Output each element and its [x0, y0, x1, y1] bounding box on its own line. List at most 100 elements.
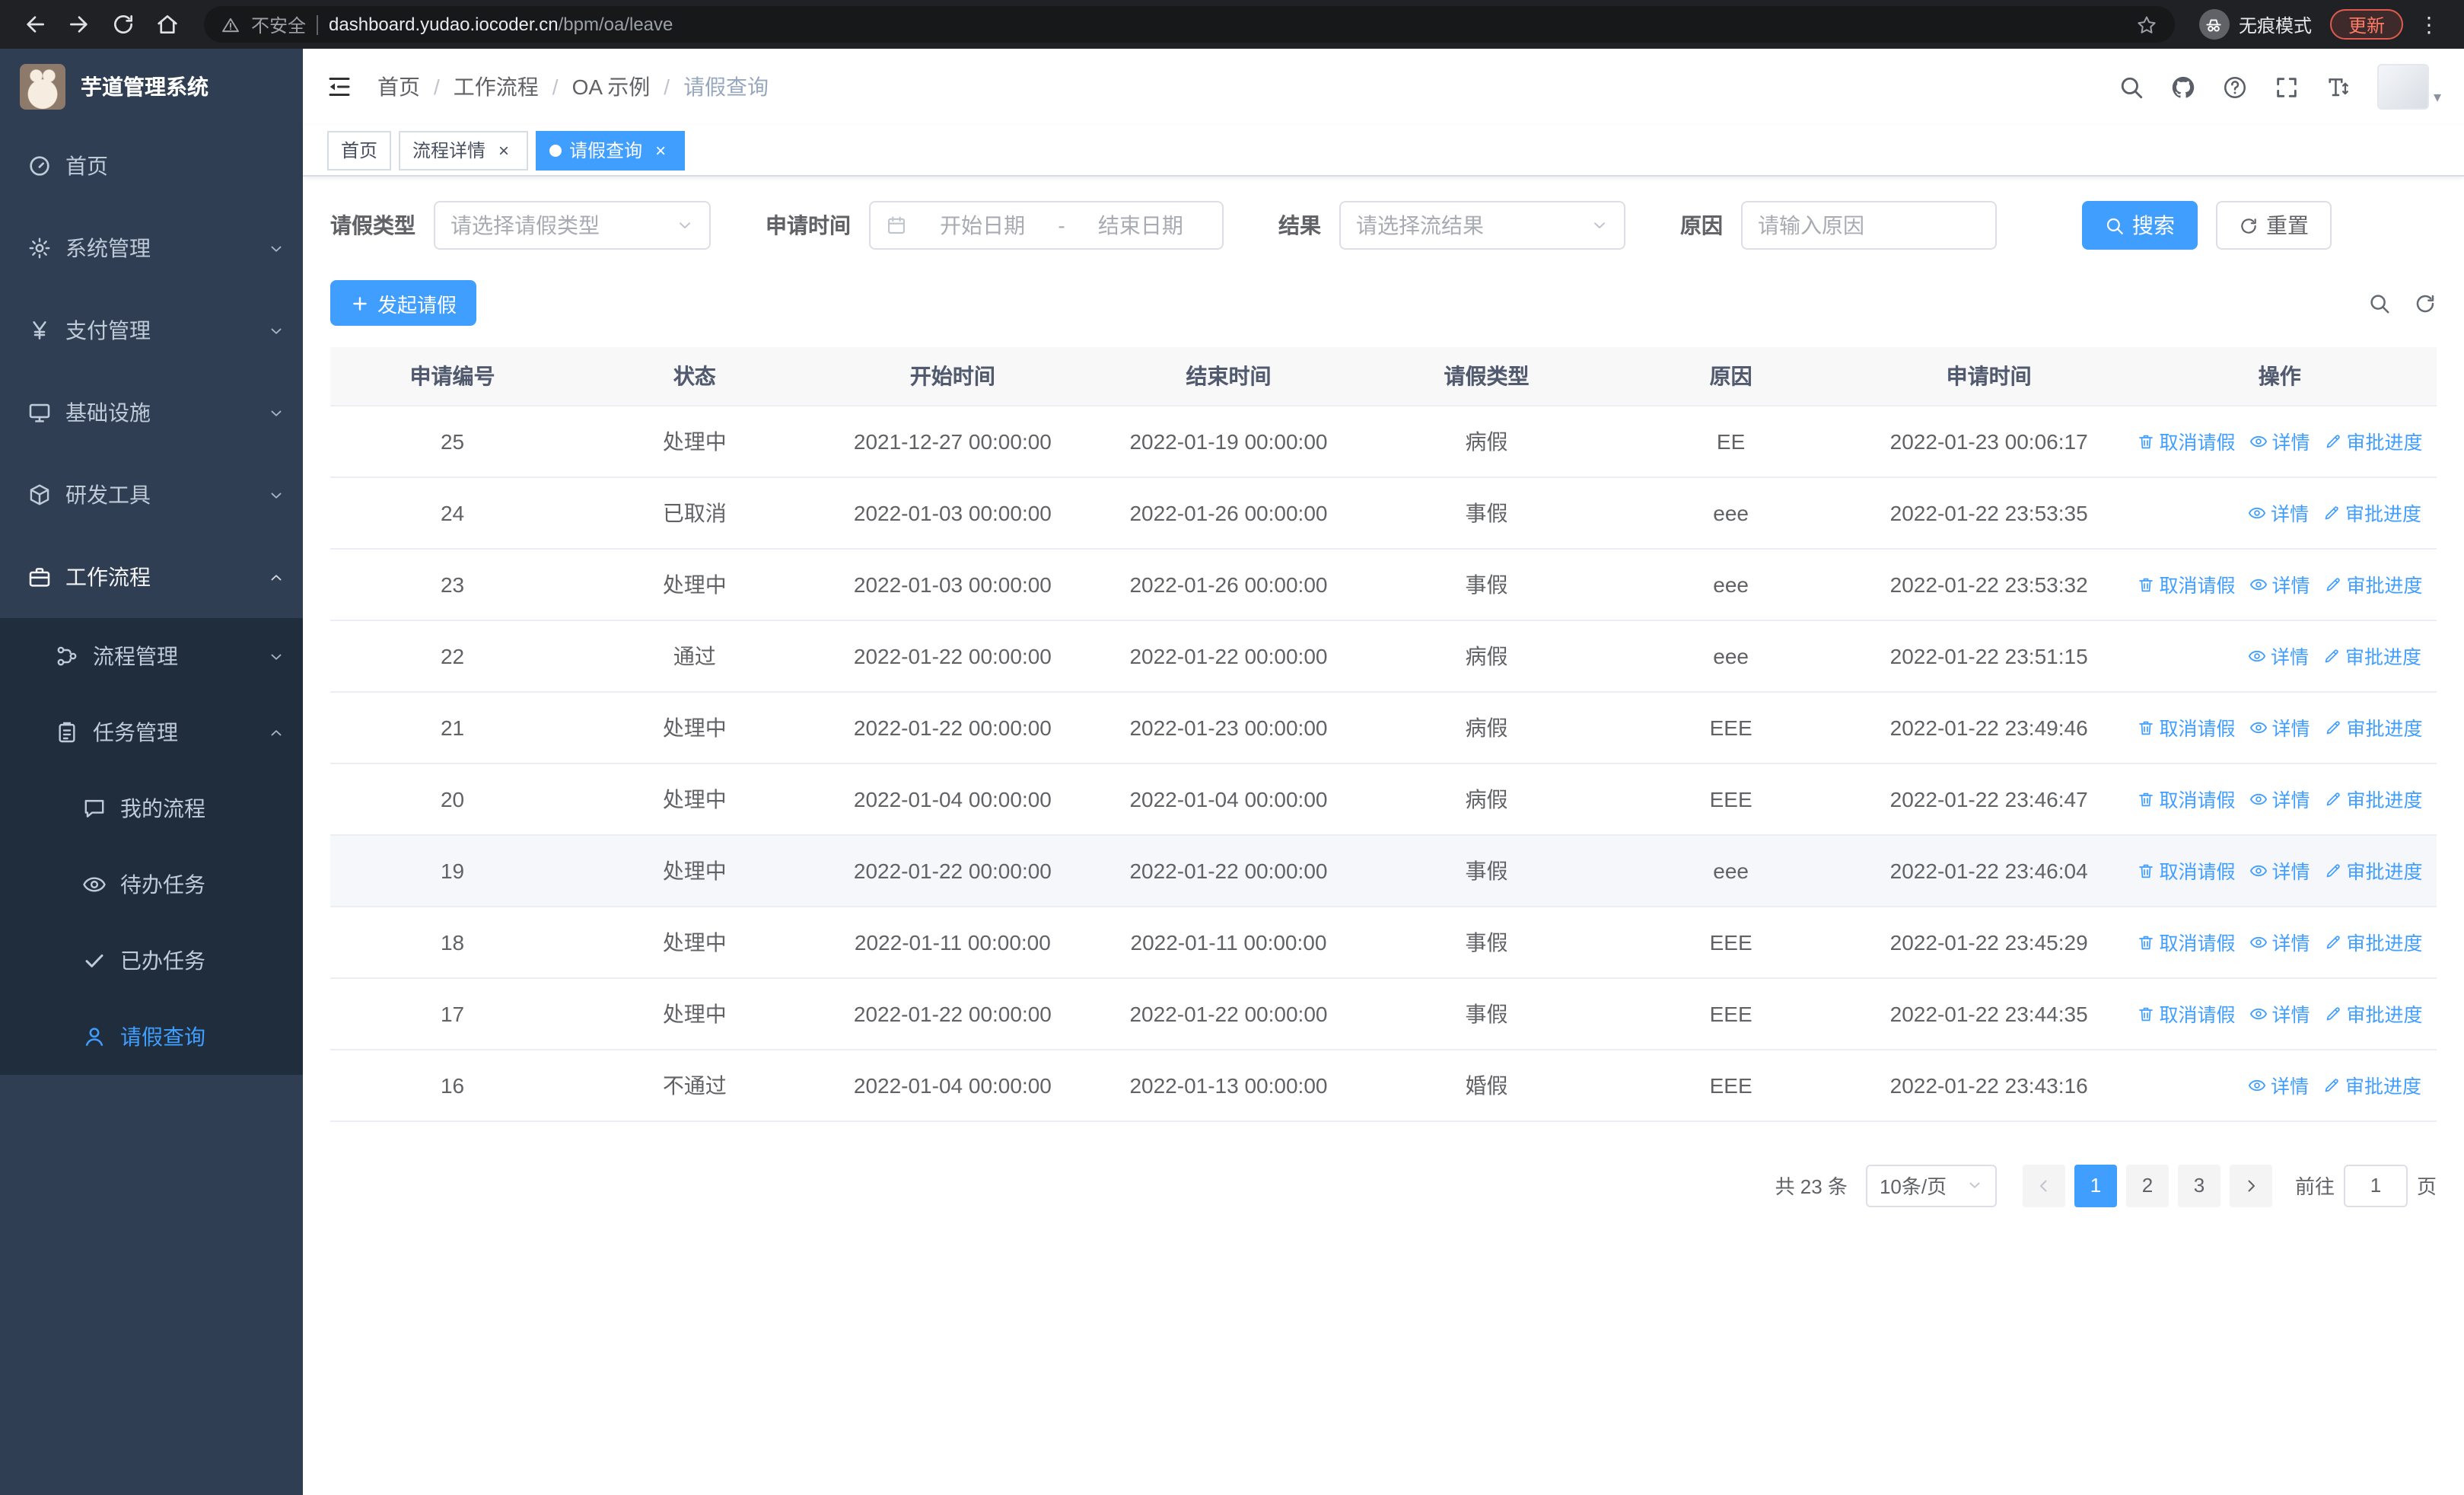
- devtools-icon: [27, 483, 52, 507]
- sidebar-item-process-management[interactable]: 流程管理: [0, 618, 303, 694]
- cancel-leave-link[interactable]: 取消请假: [2136, 856, 2235, 885]
- bookmark-star-icon[interactable]: [2135, 13, 2158, 36]
- sidebar-item-label: 系统管理: [65, 236, 151, 260]
- approval-progress-link[interactable]: 审批进度: [2322, 498, 2421, 527]
- detail-link-icon: [2248, 1076, 2266, 1094]
- browser-forward-button[interactable]: [59, 5, 99, 44]
- close-icon[interactable]: ×: [650, 139, 671, 161]
- browser-update-chip[interactable]: 更新: [2329, 9, 2403, 40]
- refresh-icon[interactable]: [2414, 292, 2437, 314]
- search-button[interactable]: 搜索: [2082, 201, 2198, 250]
- help-icon[interactable]: [2222, 74, 2248, 100]
- page-button-2[interactable]: 2: [2125, 1164, 2169, 1207]
- approval-progress-link[interactable]: 审批进度: [2322, 1070, 2421, 1099]
- create-leave-button[interactable]: 发起请假: [330, 280, 477, 326]
- column-header[interactable]: 结束时间: [1090, 347, 1367, 406]
- approval-progress-link[interactable]: 审批进度: [2322, 641, 2421, 670]
- approval-progress-link[interactable]: 审批进度: [2324, 856, 2423, 885]
- page-size-select[interactable]: 10条/页: [1865, 1164, 1997, 1207]
- column-header[interactable]: 申请编号: [330, 347, 575, 406]
- app-logo[interactable]: 芋道管理系统: [0, 49, 303, 125]
- approval-progress-link[interactable]: 审批进度: [2324, 426, 2423, 455]
- approval-progress-link[interactable]: 审批进度: [2324, 712, 2423, 741]
- approval-progress-link[interactable]: 审批进度: [2324, 784, 2423, 813]
- tab-leave-query[interactable]: 请假查询 ×: [536, 130, 686, 170]
- page-button-3[interactable]: 3: [2177, 1164, 2220, 1207]
- sidebar-item-label: 请假查询: [120, 1025, 205, 1049]
- sidebar-item-workflow[interactable]: 工作流程: [0, 536, 303, 618]
- sidebar-item-system[interactable]: 系统管理: [0, 207, 303, 289]
- sidebar-item-payment[interactable]: 支付管理: [0, 289, 303, 371]
- detail-link[interactable]: 详情: [2249, 712, 2310, 741]
- date-range-picker[interactable]: 开始日期 - 结束日期: [869, 201, 1224, 250]
- browser-back-button[interactable]: [15, 5, 55, 44]
- detail-link-icon: [2249, 789, 2267, 808]
- column-header[interactable]: 申请时间: [1854, 347, 2123, 406]
- breadcrumb-item[interactable]: OA 示例: [572, 72, 651, 102]
- approval-progress-link[interactable]: 审批进度: [2324, 999, 2423, 1028]
- row-actions: 取消请假 详情 审批进度: [2122, 691, 2437, 763]
- forward-icon: [67, 12, 91, 37]
- security-label[interactable]: 不安全: [251, 11, 306, 37]
- column-header[interactable]: 开始时间: [814, 347, 1091, 406]
- sidebar-item-leave-query[interactable]: 请假查询: [0, 999, 303, 1075]
- tab-home[interactable]: 首页: [327, 130, 392, 170]
- cancel-leave-link[interactable]: 取消请假: [2136, 426, 2235, 455]
- font-size-icon[interactable]: [2326, 74, 2351, 100]
- detail-link[interactable]: 详情: [2249, 999, 2310, 1028]
- cancel-leave-link[interactable]: 取消请假: [2136, 784, 2235, 813]
- cancel-leave-link[interactable]: 取消请假: [2136, 999, 2235, 1028]
- detail-link[interactable]: 详情: [2248, 641, 2309, 670]
- sidebar-item-home[interactable]: 首页: [0, 125, 303, 207]
- detail-link[interactable]: 详情: [2248, 498, 2309, 527]
- sidebar-item-devtools[interactable]: 研发工具: [0, 454, 303, 536]
- cancel-leave-link[interactable]: 取消请假: [2136, 712, 2235, 741]
- action-label: 详情: [2271, 862, 2310, 883]
- tab-process-detail[interactable]: 流程详情 ×: [399, 130, 529, 170]
- breadcrumb-item[interactable]: 工作流程: [454, 72, 539, 102]
- browser-home-button[interactable]: [148, 5, 187, 44]
- sidebar-item-done-tasks[interactable]: 已办任务: [0, 923, 303, 999]
- approval-progress-link[interactable]: 审批进度: [2324, 569, 2423, 598]
- github-icon[interactable]: [2170, 74, 2196, 100]
- next-page-button[interactable]: [2229, 1164, 2272, 1207]
- browser-reload-button[interactable]: [103, 5, 143, 44]
- user-avatar[interactable]: ▾: [2376, 64, 2441, 110]
- detail-link[interactable]: 详情: [2248, 1070, 2309, 1099]
- dashboard-icon: [27, 154, 52, 178]
- column-header[interactable]: 原因: [1606, 347, 1855, 406]
- detail-link[interactable]: 详情: [2249, 784, 2310, 813]
- page-button-1[interactable]: 1: [2074, 1164, 2117, 1207]
- sidebar-item-infrastructure[interactable]: 基础设施: [0, 371, 303, 454]
- column-header[interactable]: 状态: [575, 347, 815, 406]
- detail-link[interactable]: 详情: [2249, 426, 2310, 455]
- action-label: 详情: [2271, 719, 2310, 740]
- approval-progress-link[interactable]: 审批进度: [2324, 927, 2423, 956]
- breadcrumb-item[interactable]: 首页: [377, 72, 420, 102]
- goto-label: 前往: [2294, 1175, 2335, 1198]
- detail-link[interactable]: 详情: [2249, 927, 2310, 956]
- reset-button[interactable]: 重置: [2216, 201, 2332, 250]
- cancel-leave-link[interactable]: 取消请假: [2136, 569, 2235, 598]
- result-select[interactable]: 请选择流结果: [1339, 201, 1625, 250]
- cancel-leave-link[interactable]: 取消请假: [2136, 927, 2235, 956]
- column-header[interactable]: 请假类型: [1366, 347, 1607, 406]
- sidebar-toggle-icon[interactable]: [326, 73, 353, 100]
- fullscreen-icon[interactable]: [2274, 74, 2300, 100]
- sidebar-item-my-process[interactable]: 我的流程: [0, 770, 303, 846]
- search-icon[interactable]: [2119, 74, 2144, 100]
- goto-page-input[interactable]: [2343, 1164, 2408, 1207]
- leave-type-select[interactable]: 请选择请假类型: [434, 201, 711, 250]
- action-label: 详情: [2270, 1076, 2309, 1098]
- sidebar-item-task-management[interactable]: 任务管理: [0, 694, 303, 770]
- detail-link[interactable]: 详情: [2249, 856, 2310, 885]
- toggle-search-icon[interactable]: [2368, 292, 2391, 314]
- sidebar-item-todo-tasks[interactable]: 待办任务: [0, 846, 303, 923]
- prev-page-button[interactable]: [2022, 1164, 2065, 1207]
- browser-menu-icon[interactable]: ⋮: [2409, 11, 2449, 37]
- close-icon[interactable]: ×: [493, 139, 514, 161]
- detail-link[interactable]: 详情: [2249, 569, 2310, 598]
- address-bar[interactable]: 不安全 dashboard.yudao.iocoder.cn/bpm/oa/le…: [204, 6, 2175, 43]
- reason-input[interactable]: 请输入原因: [1741, 201, 1997, 250]
- table-cell: EEE: [1606, 1049, 1855, 1121]
